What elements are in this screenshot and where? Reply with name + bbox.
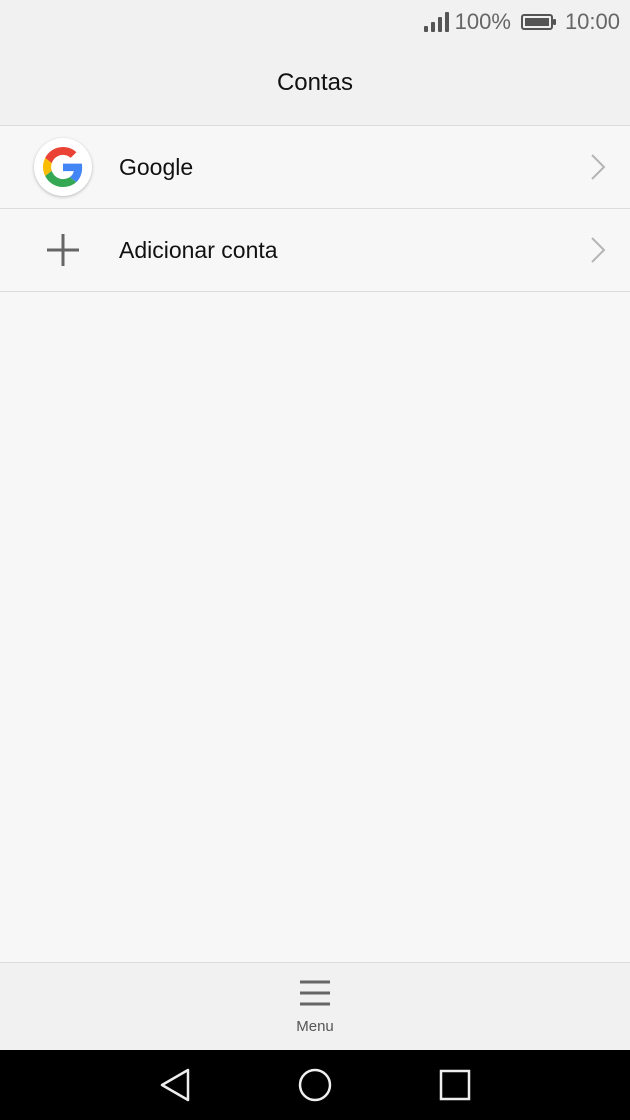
plus-icon	[47, 234, 79, 266]
google-logo-icon	[34, 138, 92, 196]
status-indicators: 100% 10:00	[423, 8, 620, 36]
signal-icon	[423, 12, 449, 32]
home-icon[interactable]	[295, 1065, 335, 1105]
chevron-right-icon	[591, 154, 606, 180]
account-item-google[interactable]: Google	[0, 126, 630, 209]
page-title: Contas	[276, 68, 354, 96]
account-item-label: Google	[119, 153, 194, 180]
add-account-label: Adicionar conta	[119, 236, 278, 263]
battery-percent: 100%	[454, 9, 511, 34]
back-icon[interactable]	[155, 1065, 195, 1105]
plus-icon-wrap	[33, 220, 93, 280]
add-account-item[interactable]: Adicionar conta	[0, 209, 630, 292]
clock: 10:00	[564, 9, 620, 34]
recents-icon[interactable]	[435, 1065, 475, 1105]
hamburger-icon	[300, 980, 330, 1006]
status-bar: 100% 10:00	[0, 0, 630, 44]
battery-icon	[520, 14, 556, 30]
accounts-list: Google Adicionar conta	[0, 126, 630, 292]
battery-fill	[524, 18, 549, 26]
title-bar: Contas	[0, 44, 630, 126]
bottom-action-bar: Menu	[0, 962, 630, 1051]
menu-button[interactable]: Menu	[265, 963, 365, 1051]
menu-label: Menu	[296, 1018, 334, 1035]
system-nav-bar	[0, 1050, 630, 1120]
chevron-right-icon	[591, 237, 606, 263]
google-icon-wrap	[33, 137, 93, 197]
